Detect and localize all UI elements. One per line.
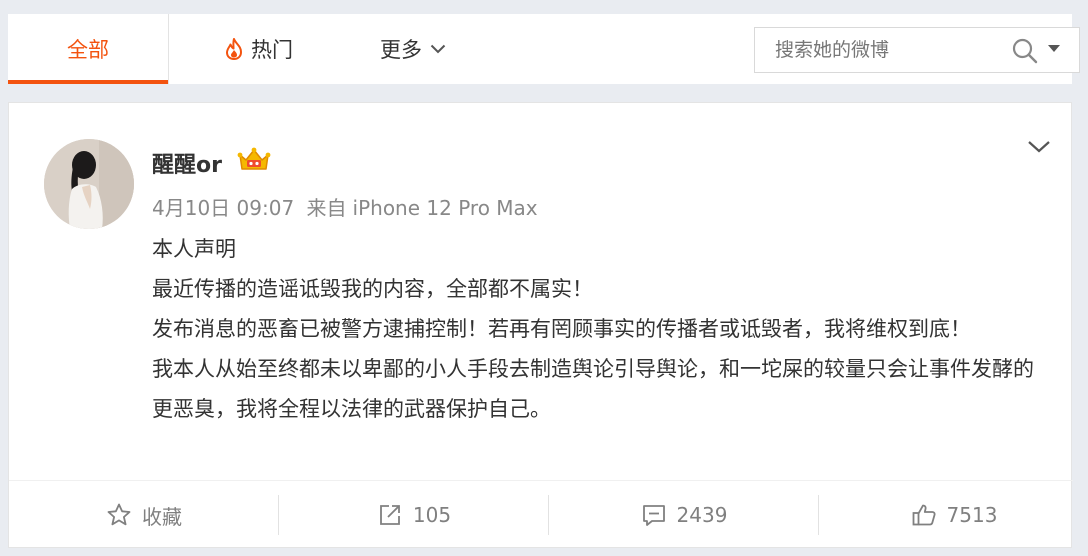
post-source: iPhone 12 Pro Max — [352, 196, 538, 220]
avatar-image — [44, 139, 134, 229]
comment-icon — [642, 505, 665, 526]
forward-button[interactable]: 105 — [279, 481, 549, 549]
star-icon — [107, 503, 131, 526]
tab-more-label: 更多 — [380, 38, 422, 62]
post-line-heading: 本人声明 — [152, 237, 236, 261]
favorite-button[interactable]: 收藏 — [9, 481, 279, 549]
tab-hot-label: 热门 — [251, 38, 293, 62]
search-icon[interactable] — [1011, 37, 1039, 65]
post-line: 我本人从始至终都未以卑鄙的小人手段去制造舆论引导舆论，和一坨屎的较量只会让事件发… — [152, 357, 1034, 421]
chevron-down-icon — [430, 44, 446, 54]
active-tab-underline — [8, 80, 168, 84]
post-menu-chevron-icon[interactable] — [1027, 139, 1051, 155]
tab-all-label: 全部 — [67, 38, 109, 62]
post-source-prefix: 来自 — [306, 196, 347, 220]
post-action-bar: 收藏 105 2439 7513 — [9, 480, 1073, 548]
thumbs-up-icon — [912, 504, 936, 526]
crown-icon[interactable] — [237, 147, 271, 173]
tab-more[interactable]: 更多 — [363, 14, 463, 84]
flame-icon — [226, 38, 242, 60]
avatar[interactable] — [44, 139, 134, 229]
tab-divider — [168, 14, 169, 84]
post-line: 发布消息的恶畜已被警方逮捕控制！若再有罔顾事实的传播者或诋毁者，我将维权到底！ — [152, 317, 971, 341]
search-input[interactable] — [755, 28, 995, 72]
tab-hot[interactable]: 热门 — [203, 14, 313, 84]
post-card: 醒醒or 4月10日 09:07 来自 iPhone 12 Pro Max 本人声… — [8, 102, 1073, 548]
post-line: 最近传播的造谣诋毁我的内容，全部都不属实！ — [152, 277, 593, 301]
post-date[interactable]: 4月10日 09:07 — [152, 196, 294, 220]
share-arrow-icon — [380, 505, 400, 525]
post-content: 本人声明 最近传播的造谣诋毁我的内容，全部都不属实！ 发布消息的恶畜已被警方逮捕… — [152, 229, 1052, 429]
search-options-caret-icon[interactable] — [1047, 44, 1061, 54]
like-button[interactable]: 7513 — [819, 481, 1088, 549]
tab-bar: 全部 热门 更多 — [8, 14, 1080, 84]
comment-count: 2439 — [676, 503, 728, 527]
post-meta: 4月10日 09:07 来自 iPhone 12 Pro Max — [152, 192, 544, 221]
favorite-label: 收藏 — [142, 504, 182, 529]
comment-button[interactable]: 2439 — [549, 481, 819, 549]
like-count: 7513 — [946, 503, 998, 527]
search-box — [754, 27, 1080, 73]
username[interactable]: 醒醒or — [152, 147, 222, 179]
forward-count: 105 — [412, 503, 452, 527]
tab-all[interactable]: 全部 — [8, 14, 168, 84]
